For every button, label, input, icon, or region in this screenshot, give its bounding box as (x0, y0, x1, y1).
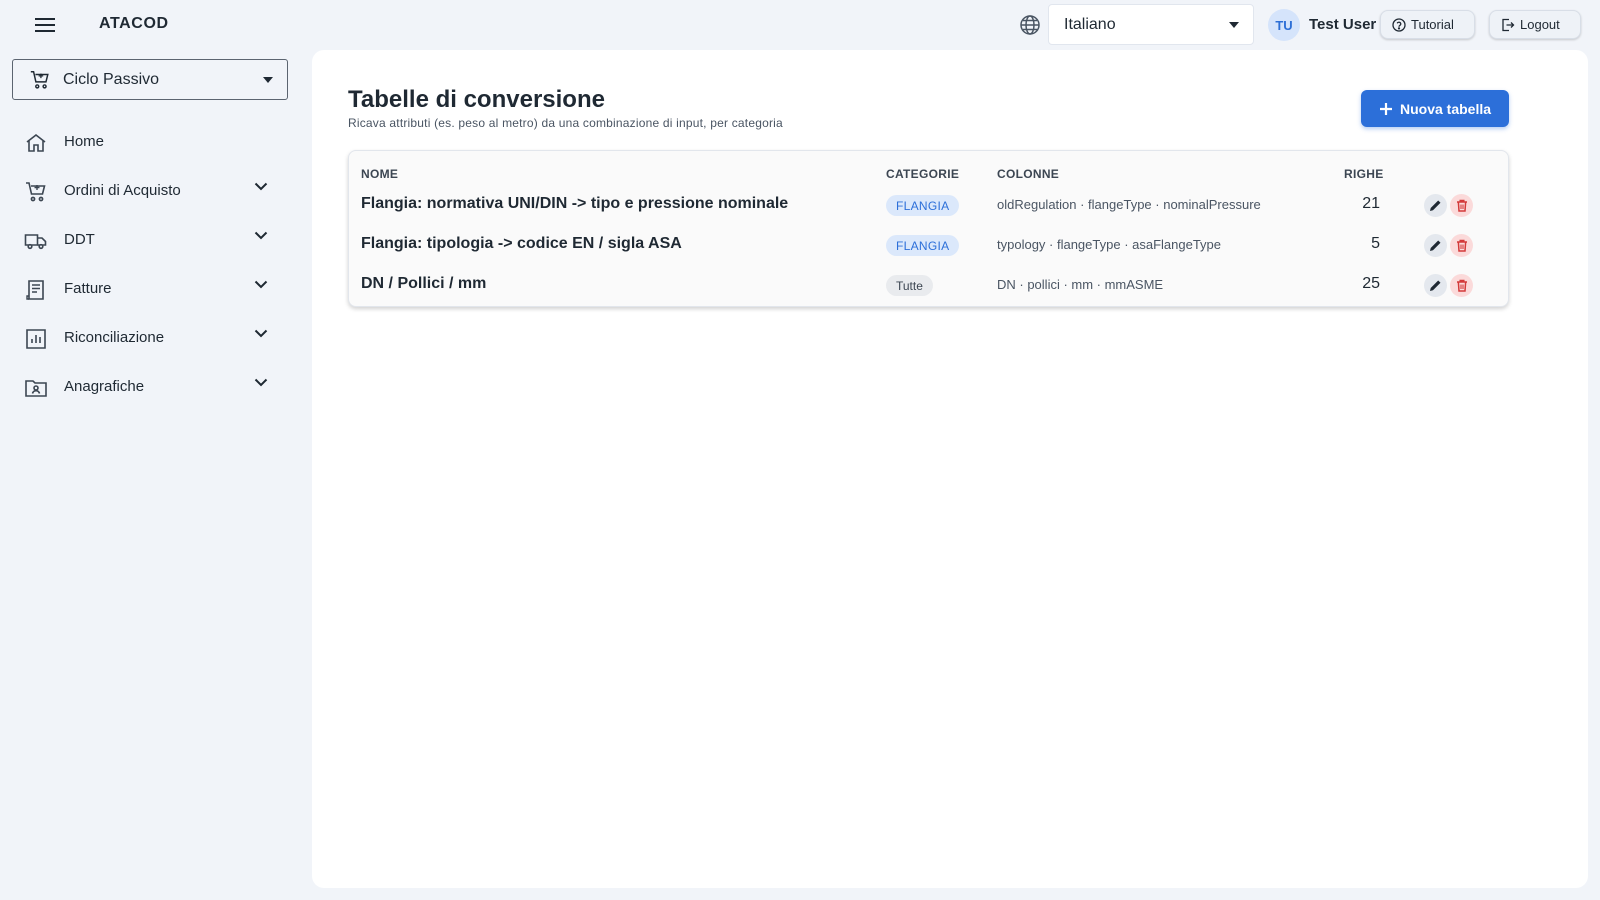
hamburger-menu-icon[interactable] (31, 13, 59, 37)
category-chip: FLANGIA (886, 195, 960, 216)
plus-icon (1379, 102, 1393, 116)
top-bar: ATACOD Italiano TU Test User Tutorial Lo… (0, 0, 1600, 50)
sidebar-item-ddt[interactable]: DDT (0, 216, 312, 265)
table-name: Flangia: normativa UNI/DIN -> tipo e pre… (361, 195, 789, 212)
table-name: Flangia: tipologia -> codice EN / sigla … (361, 235, 682, 252)
app-brand: ATACOD (99, 15, 169, 32)
home-icon (24, 131, 48, 155)
chevron-down-icon[interactable] (254, 231, 268, 240)
table-row[interactable]: Flangia: normativa UNI/DIN -> tipo e pre… (349, 185, 1508, 225)
avatar[interactable]: TU (1268, 9, 1300, 41)
page-subtitle: Ricava attributi (es. peso al metro) da … (348, 116, 783, 130)
conversion-table: NOME CATEGORIE COLONNE RIGHE Flangia: no… (348, 150, 1509, 307)
page-title: Tabelle di conversione (348, 86, 605, 113)
main-content: Tabelle di conversione Ricava attributi … (312, 50, 1588, 888)
chevron-down-icon[interactable] (254, 378, 268, 387)
cart-icon (24, 180, 48, 204)
category-chip: Tutte (886, 275, 933, 296)
table-columns: typology · flangeType · asaFlangeType (997, 237, 1222, 252)
logout-button-label: Logout (1520, 17, 1560, 32)
pencil-icon (1429, 239, 1442, 252)
receipt-icon (24, 278, 48, 302)
sidebar-item-label: Riconciliazione (64, 329, 165, 346)
cart-icon (29, 69, 51, 91)
module-select[interactable]: Ciclo Passivo (12, 59, 288, 100)
sidebar-item-riconciliazione[interactable]: Riconciliazione (0, 314, 312, 363)
sidebar-item-label: Ordini di Acquisto (64, 182, 181, 199)
sidebar-item-label: Anagrafiche (64, 378, 145, 395)
edit-button[interactable] (1424, 194, 1447, 217)
language-select[interactable]: Italiano (1048, 4, 1254, 45)
caret-down-icon (1229, 22, 1239, 28)
trash-icon (1456, 239, 1468, 252)
sidebar-item-fatture[interactable]: Fatture (0, 265, 312, 314)
row-count: 25 (1362, 275, 1380, 292)
tutorial-button[interactable]: Tutorial (1380, 10, 1475, 39)
category-chip: FLANGIA (886, 235, 960, 256)
pencil-icon (1429, 279, 1442, 292)
sidebar-item-label: Fatture (64, 280, 112, 297)
sidebar-item-label: Home (64, 133, 105, 150)
pencil-icon (1429, 199, 1442, 212)
caret-down-icon (263, 77, 273, 83)
table-columns: oldRegulation · flangeType · nominalPres… (997, 197, 1261, 212)
column-header-rows[interactable]: RIGHE (1344, 167, 1384, 181)
table-row[interactable]: DN / Pollici / mm Tutte DN · pollici · m… (349, 265, 1508, 305)
edit-button[interactable] (1424, 274, 1447, 297)
new-table-button[interactable]: Nuova tabella (1361, 90, 1509, 127)
sidebar-nav: Home Ordini di Acquisto DDT Fatture Rico… (0, 118, 312, 412)
delete-button[interactable] (1450, 194, 1473, 217)
table-name: DN / Pollici / mm (361, 275, 487, 292)
chart-icon (24, 327, 48, 351)
column-header-categories[interactable]: CATEGORIE (886, 167, 959, 181)
trash-icon (1456, 199, 1468, 212)
sidebar-item-anagrafiche[interactable]: Anagrafiche (0, 363, 312, 412)
contact-folder-icon (24, 376, 48, 400)
logout-button[interactable]: Logout (1489, 10, 1581, 39)
help-circle-icon (1392, 17, 1406, 32)
trash-icon (1456, 279, 1468, 292)
chevron-down-icon[interactable] (254, 329, 268, 338)
logout-icon (1501, 18, 1515, 32)
row-count: 21 (1362, 195, 1380, 212)
table-columns: DN · pollici · mm · mmASME (997, 277, 1164, 292)
delete-button[interactable] (1450, 234, 1473, 257)
sidebar: Ciclo Passivo Home Ordini di Acquisto DD… (0, 50, 312, 900)
column-header-name[interactable]: NOME (361, 167, 398, 181)
sidebar-item-ordini-di-acquisto[interactable]: Ordini di Acquisto (0, 167, 312, 216)
delete-button[interactable] (1450, 274, 1473, 297)
chevron-down-icon[interactable] (254, 182, 268, 191)
row-count: 5 (1371, 235, 1380, 252)
sidebar-item-home[interactable]: Home (0, 118, 312, 167)
module-select-value: Ciclo Passivo (63, 70, 160, 88)
table-row[interactable]: Flangia: tipologia -> codice EN / sigla … (349, 225, 1508, 265)
edit-button[interactable] (1424, 234, 1447, 257)
language-select-value: Italiano (1064, 15, 1116, 33)
sidebar-item-label: DDT (64, 231, 95, 248)
chevron-down-icon[interactable] (254, 280, 268, 289)
new-table-button-label: Nuova tabella (1399, 100, 1492, 117)
user-name: Test User (1309, 16, 1377, 33)
globe-icon[interactable] (1019, 14, 1041, 36)
column-header-columns[interactable]: COLONNE (997, 167, 1059, 181)
truck-icon (24, 229, 48, 253)
tutorial-button-label: Tutorial (1411, 17, 1454, 32)
